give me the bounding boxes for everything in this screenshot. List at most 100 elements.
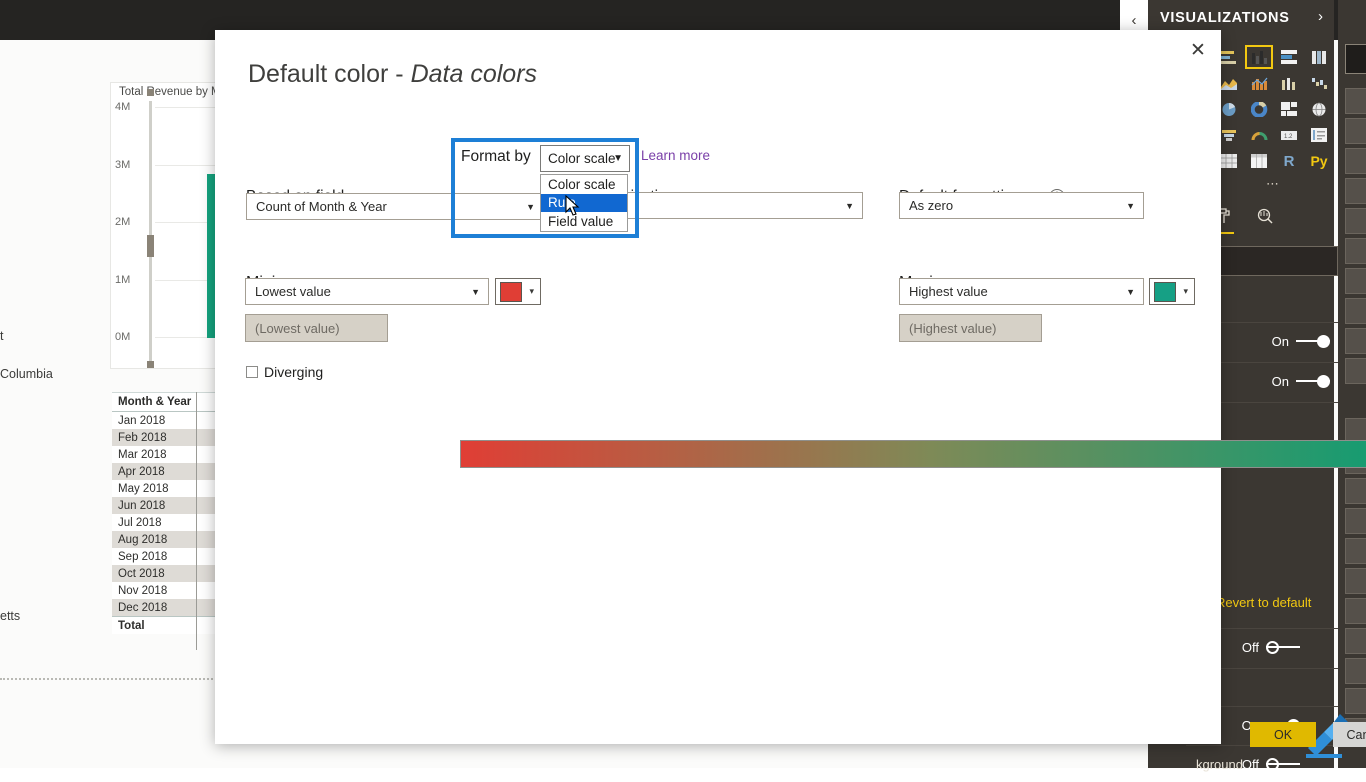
field-list-item[interactable]: [1345, 118, 1366, 144]
data-colors-dialog: ✕ Default color - Data colors Based on f…: [215, 30, 1366, 747]
chart-axis-handle: [149, 101, 152, 364]
svg-text:1.2: 1.2: [1284, 134, 1293, 140]
slicer-item[interactable]: Columbia: [0, 367, 53, 381]
dialog-title-main: Default color: [248, 60, 389, 88]
chevron-down-icon: ▼: [1126, 200, 1135, 211]
minimum-readonly-value: (Lowest value): [245, 314, 388, 342]
field-list-item[interactable]: [1345, 688, 1366, 714]
y-axis-tick: 2M: [115, 216, 131, 228]
chart-title: Total Revenue by M: [119, 86, 221, 98]
field-list-item[interactable]: [1345, 568, 1366, 594]
chevron-down-icon: ▾: [529, 286, 534, 296]
dropdown-option-color-scale[interactable]: Color scale: [541, 175, 627, 194]
visualizations-title: VISUALIZATIONS: [1160, 10, 1290, 26]
field-list-item[interactable]: [1345, 148, 1366, 174]
dialog-title: Default color - Data colors: [248, 60, 537, 89]
diverging-label: Diverging: [264, 364, 324, 380]
stacked-bar-horizontal-icon[interactable]: [1274, 44, 1304, 70]
dropdown-option-rule[interactable]: Rule: [541, 193, 627, 212]
chart-axis-handle-top: [147, 89, 154, 96]
format-row-background[interactable]: kground Off: [1186, 745, 1338, 782]
format-by-combo[interactable]: Color scale ▼: [540, 145, 630, 172]
arrow-cursor: [565, 194, 581, 217]
field-list-item[interactable]: [1345, 268, 1366, 294]
field-list-item[interactable]: [1345, 478, 1366, 504]
toggle-label: Off: [1241, 639, 1259, 655]
dialog-title-separator: -: [388, 60, 411, 88]
waterfall-chart-icon[interactable]: [1304, 70, 1334, 96]
format-row-label: kground: [1196, 756, 1243, 772]
line-column-chart-icon[interactable]: [1244, 70, 1274, 96]
toggle-switch[interactable]: [1266, 757, 1300, 771]
clustered-column-chart-icon[interactable]: [1244, 44, 1274, 70]
dropdown-option-field-value[interactable]: Field value: [541, 212, 627, 231]
y-axis-tick: 3M: [115, 158, 131, 171]
field-list-item[interactable]: [1345, 178, 1366, 204]
r-script-icon[interactable]: R: [1274, 148, 1304, 174]
y-axis-tick: 0M: [115, 331, 131, 343]
gauge-icon[interactable]: [1244, 122, 1274, 148]
slicer-item[interactable]: etts: [0, 609, 20, 623]
expand-panel-button[interactable]: ›: [1318, 8, 1323, 25]
maximum-readonly-value: (Highest value): [899, 314, 1042, 342]
minimum-value: Lowest value: [255, 284, 331, 299]
field-list-item[interactable]: [1345, 508, 1366, 534]
field-list-item[interactable]: [1345, 208, 1366, 234]
field-list-item[interactable]: [1345, 598, 1366, 624]
chart-axis-handle-mid: [147, 235, 154, 257]
field-list-item[interactable]: [1345, 328, 1366, 354]
maximum-combo[interactable]: Highest value ▼: [899, 278, 1144, 305]
dialog-title-italic: Data colors: [410, 60, 538, 88]
field-list-item[interactable]: [1345, 358, 1366, 384]
toggle-control[interactable]: On: [1272, 374, 1330, 389]
minimum-combo[interactable]: Lowest value ▼: [245, 278, 489, 305]
close-icon[interactable]: ✕: [1181, 34, 1215, 66]
toggle-switch[interactable]: [1296, 334, 1330, 348]
ribbon-chart-icon[interactable]: [1274, 70, 1304, 96]
toggle-control[interactable]: On: [1272, 334, 1330, 349]
toggle-control[interactable]: Off: [1242, 640, 1300, 655]
ok-button[interactable]: OK: [1250, 722, 1316, 747]
table-icon[interactable]: [1244, 148, 1274, 174]
field-list-item[interactable]: [1345, 628, 1366, 654]
multirow-card-icon[interactable]: [1304, 122, 1334, 148]
y-axis-tick: 4M: [115, 101, 131, 113]
default-formatting-combo[interactable]: As zero ▼: [899, 192, 1144, 219]
toggle-label: On: [1271, 333, 1289, 349]
learn-more-link[interactable]: Learn more: [641, 148, 710, 163]
donut-chart-icon[interactable]: [1244, 96, 1274, 122]
toggle-control[interactable]: Off: [1242, 757, 1300, 772]
tab-analytics-magnifier-icon[interactable]: [1256, 201, 1274, 231]
cancel-button[interactable]: Cancel: [1333, 722, 1366, 747]
fields-search-input[interactable]: [1345, 44, 1366, 74]
maximum-value: Highest value: [909, 284, 988, 299]
toggle-switch[interactable]: [1266, 640, 1300, 654]
kpi-icon[interactable]: 1.2: [1274, 122, 1304, 148]
based-on-field-value: Count of Month & Year: [256, 199, 387, 214]
chart-axis-handle-bottom: [147, 361, 154, 368]
field-list-item[interactable]: [1345, 658, 1366, 684]
chevron-down-icon: ▼: [1126, 286, 1135, 297]
chevron-down-icon: ▼: [613, 153, 623, 164]
field-list-item[interactable]: [1345, 538, 1366, 564]
field-list-item[interactable]: [1345, 88, 1366, 114]
maximum-color-swatch: [1154, 281, 1176, 302]
format-by-label: Format by: [461, 148, 531, 165]
field-list-item[interactable]: [1345, 298, 1366, 324]
clustered-bar-chart-icon[interactable]: [1304, 44, 1334, 70]
map-icon[interactable]: [1304, 96, 1334, 122]
revert-to-default-link[interactable]: Revert to default: [1216, 595, 1311, 610]
chevron-down-icon: ▼: [471, 286, 480, 297]
maximum-color-picker[interactable]: ▾: [1149, 278, 1195, 305]
slicer-item[interactable]: t: [0, 329, 3, 343]
minimum-color-picker[interactable]: ▾: [495, 278, 541, 305]
diverging-checkbox[interactable]: [246, 366, 258, 378]
format-by-dropdown-list: Color scale Rule Field value: [540, 174, 628, 232]
python-script-icon[interactable]: Py: [1304, 148, 1334, 174]
field-list-item[interactable]: [1345, 238, 1366, 264]
treemap-icon[interactable]: [1274, 96, 1304, 122]
color-gradient-preview: [460, 440, 1366, 468]
toggle-switch[interactable]: [1296, 374, 1330, 388]
ellipsis-icon[interactable]: ⋯: [1214, 176, 1334, 192]
default-formatting-value: As zero: [909, 198, 954, 213]
